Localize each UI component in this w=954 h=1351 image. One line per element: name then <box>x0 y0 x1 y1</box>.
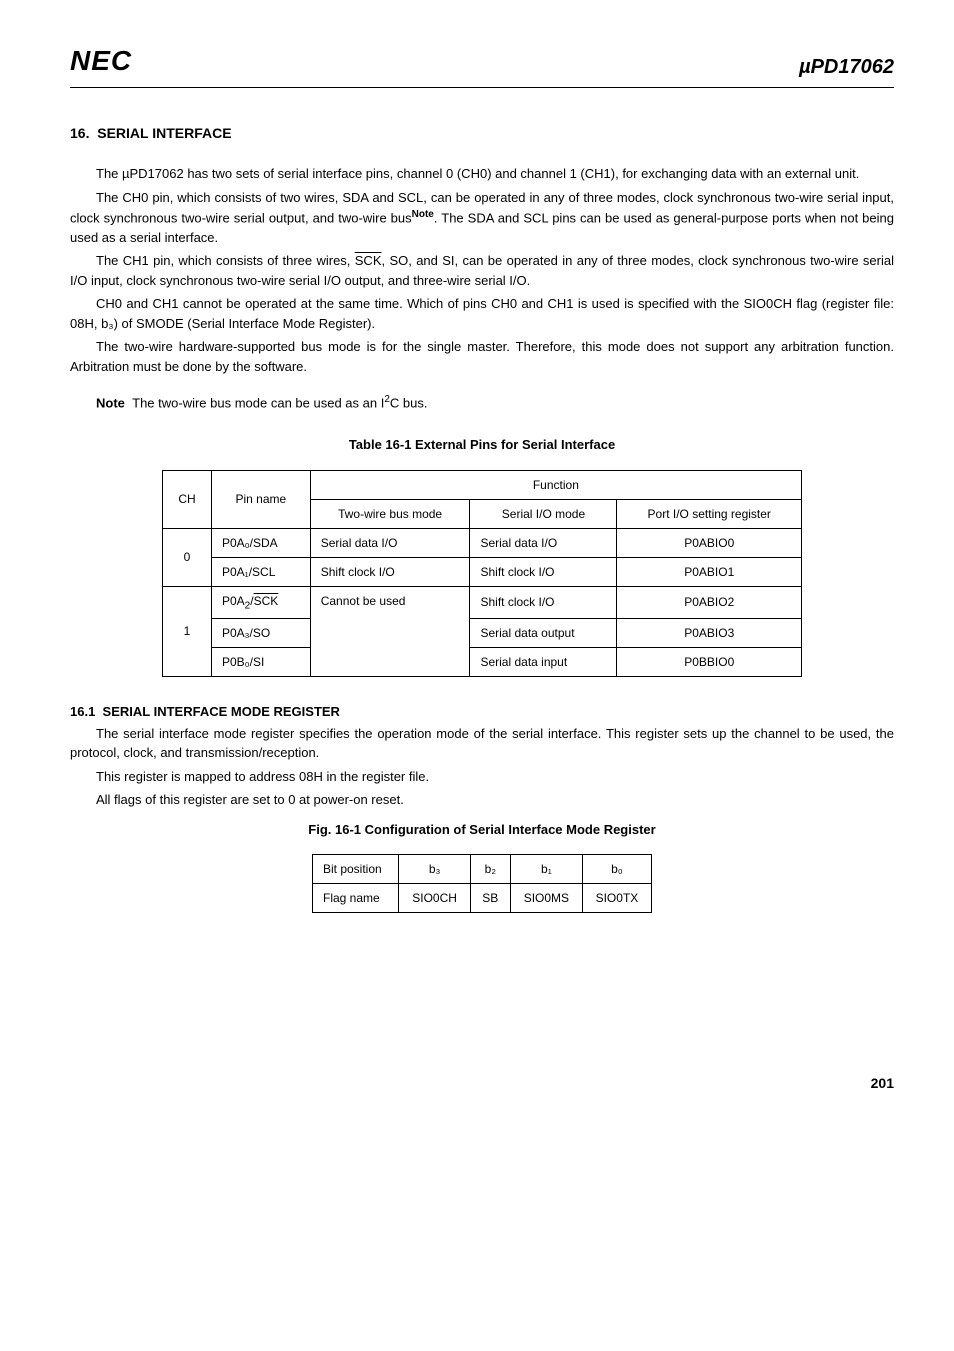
signal-sck: SCK <box>355 253 382 268</box>
cell: P0A2/SCK <box>211 586 310 618</box>
table-row: 1 P0A2/SCK Cannot be used Shift clock I/… <box>163 586 802 618</box>
paragraph: The CH1 pin, which consists of three wir… <box>70 251 894 290</box>
part-code: PD17062 <box>811 56 894 78</box>
cell: SIO0CH <box>399 884 470 913</box>
cell: 0 <box>163 528 212 586</box>
col-pin: Pin name <box>211 470 310 528</box>
cell: Flag name <box>313 884 399 913</box>
col-ch: CH <box>163 470 212 528</box>
cell: P0B₀/SI <box>211 648 310 677</box>
subsection-heading: 16.1 SERIAL INTERFACE MODE REGISTER <box>70 702 894 722</box>
cell: Cannot be used <box>310 586 470 676</box>
table-row: Flag name SIO0CH SB SIO0MS SIO0TX <box>313 884 652 913</box>
cell: Shift clock I/O <box>470 586 617 618</box>
register-config-table: Bit position b₃ b₂ b₁ b₀ Flag name SIO0C… <box>312 854 652 913</box>
note: Note The two-wire bus mode can be used a… <box>96 392 894 413</box>
brand-logo: NEC <box>70 40 132 82</box>
cell: P0ABIO3 <box>617 619 802 648</box>
part-number: µPD17062 <box>799 52 894 82</box>
cell: P0A₁/SCL <box>211 557 310 586</box>
cell: Serial data I/O <box>470 528 617 557</box>
mu: µ <box>799 56 811 78</box>
cell: P0BBIO0 <box>617 648 802 677</box>
table-row: Bit position b₃ b₂ b₁ b₀ <box>313 855 652 884</box>
cell: Bit position <box>313 855 399 884</box>
col-serialio: Serial I/O mode <box>470 499 617 528</box>
section-title-text: SERIAL INTERFACE <box>97 125 231 141</box>
page-header: NEC µPD17062 <box>70 40 894 88</box>
cell: 1 <box>163 586 212 676</box>
cell: Shift clock I/O <box>310 557 470 586</box>
paragraph: The two-wire hardware-supported bus mode… <box>70 337 894 376</box>
cell: Serial data input <box>470 648 617 677</box>
cell: b₃ <box>399 855 470 884</box>
cell: P0ABIO2 <box>617 586 802 618</box>
cell: b₂ <box>470 855 510 884</box>
note-text: The two-wire bus mode can be used as an … <box>132 396 384 411</box>
subsection-title-text: SERIAL INTERFACE MODE REGISTER <box>103 704 340 719</box>
section-heading: 16. SERIAL INTERFACE <box>70 123 894 144</box>
table-row: P0A₁/SCL Shift clock I/O Shift clock I/O… <box>163 557 802 586</box>
col-twowire: Two-wire bus mode <box>310 499 470 528</box>
cell: SIO0TX <box>582 884 651 913</box>
paragraph: The CH0 pin, which consists of two wires… <box>70 188 894 248</box>
cell: P0ABIO1 <box>617 557 802 586</box>
section-number: 16. <box>70 125 89 141</box>
table-header-row: CH Pin name Function <box>163 470 802 499</box>
page-number: 201 <box>70 1073 894 1094</box>
cell: b₁ <box>510 855 582 884</box>
paragraph: The µPD17062 has two sets of serial inte… <box>70 164 894 184</box>
col-portreg: Port I/O setting register <box>617 499 802 528</box>
cell: P0ABIO0 <box>617 528 802 557</box>
paragraph: This register is mapped to address 08H i… <box>70 767 894 787</box>
pins-table: CH Pin name Function Two-wire bus mode S… <box>162 470 802 677</box>
subsection-number: 16.1 <box>70 704 95 719</box>
cell: SIO0MS <box>510 884 582 913</box>
cell: Serial data I/O <box>310 528 470 557</box>
note-text: C bus. <box>390 396 428 411</box>
cell: SB <box>470 884 510 913</box>
cell: P0A₃/SO <box>211 619 310 648</box>
note-superscript: Note <box>412 209 434 220</box>
table-row: P0B₀/SI Serial data input P0BBIO0 <box>163 648 802 677</box>
table-row: 0 P0A₀/SDA Serial data I/O Serial data I… <box>163 528 802 557</box>
note-label: Note <box>96 396 125 411</box>
cell: b₀ <box>582 855 651 884</box>
figure-title: Fig. 16-1 Configuration of Serial Interf… <box>70 820 894 840</box>
paragraph: All flags of this register are set to 0 … <box>70 790 894 810</box>
table-title: Table 16-1 External Pins for Serial Inte… <box>70 435 894 455</box>
cell: Shift clock I/O <box>470 557 617 586</box>
col-function: Function <box>310 470 801 499</box>
table-row: P0A₃/SO Serial data output P0ABIO3 <box>163 619 802 648</box>
cell: P0A₀/SDA <box>211 528 310 557</box>
cell: Serial data output <box>470 619 617 648</box>
text: The CH1 pin, which consists of three wir… <box>96 253 355 268</box>
paragraph: The serial interface mode register speci… <box>70 724 894 763</box>
paragraph: CH0 and CH1 cannot be operated at the sa… <box>70 294 894 333</box>
